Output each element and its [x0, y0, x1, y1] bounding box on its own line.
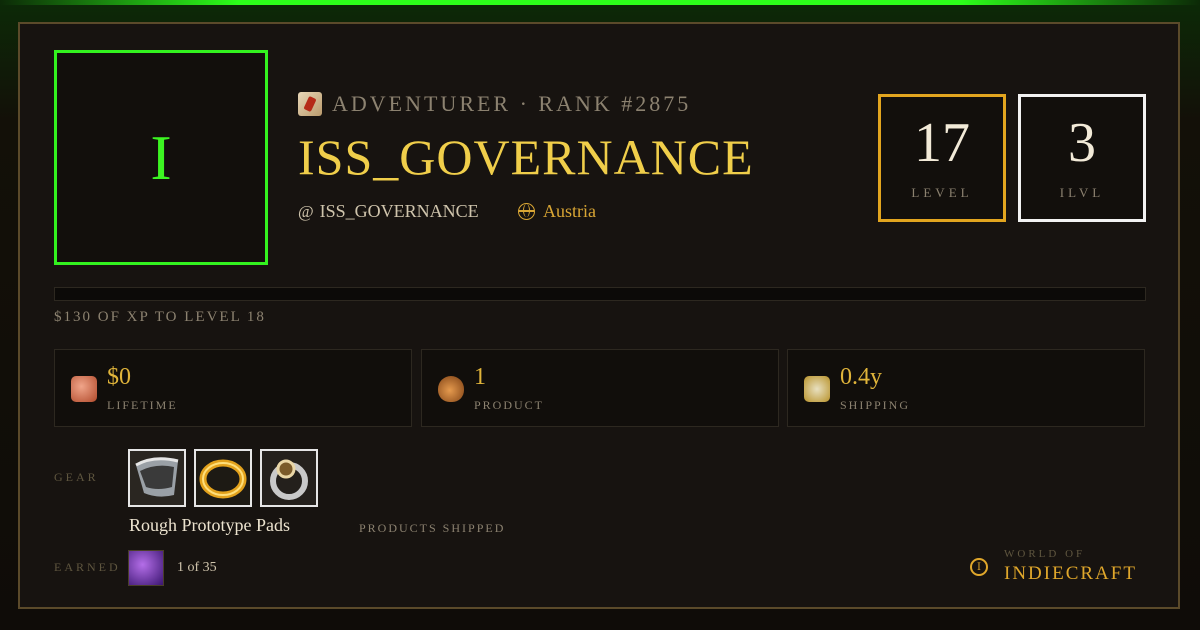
- avatar: I: [54, 50, 268, 265]
- level-box: 17 LEVEL: [878, 94, 1006, 222]
- compass-icon: [804, 376, 830, 402]
- shoulder-pads-icon: [130, 451, 184, 505]
- tile-label: SHIPPING: [840, 398, 911, 412]
- location-text: Austria: [543, 201, 596, 221]
- gear-slot-2[interactable]: [194, 449, 252, 507]
- globe-icon: [518, 203, 535, 220]
- tile-value: 0.4y: [840, 364, 882, 390]
- player-name: ISS_GOVERNANCE: [298, 129, 754, 185]
- purple-gem-icon[interactable]: [128, 550, 164, 586]
- tile-value: $0: [107, 364, 131, 390]
- scroll-icon: [298, 92, 322, 116]
- level-value: 17: [914, 112, 970, 174]
- tile-product: 1 PRODUCT: [421, 349, 779, 427]
- gear-label: GEAR: [54, 470, 99, 484]
- rank-line: ADVENTURER · RANK #2875: [298, 88, 691, 120]
- silver-ring-icon: [262, 451, 316, 505]
- avatar-letter: I: [150, 121, 172, 193]
- brand-mark-icon: I: [970, 558, 988, 576]
- level-label: LEVEL: [911, 185, 973, 200]
- brand-main: INDIECRAFT: [1004, 563, 1137, 584]
- ilvl-box: 3 ILVL: [1018, 94, 1146, 222]
- gold-ring-icon: [196, 451, 250, 505]
- handle-text: ISS_GOVERNANCE: [319, 201, 479, 221]
- xp-text: $130 OF XP TO LEVEL 18: [54, 309, 266, 325]
- earned-label: EARNED: [54, 560, 121, 574]
- ilvl-value: 3: [1068, 112, 1096, 174]
- location: Austria: [518, 201, 596, 222]
- gear-slot-1[interactable]: [128, 449, 186, 507]
- gear-slot-3[interactable]: [260, 449, 318, 507]
- ilvl-label: ILVL: [1059, 185, 1105, 200]
- tile-label: PRODUCT: [474, 398, 545, 412]
- coin-scroll-icon: [71, 376, 97, 402]
- tile-shipping: 0.4y SHIPPING: [787, 349, 1145, 427]
- at-icon: @: [298, 201, 314, 221]
- tile-value: 1: [474, 364, 486, 390]
- xp-progress-bar: [54, 287, 1146, 301]
- gear-item-sub: PRODUCTS SHIPPED: [359, 521, 506, 535]
- rank-text: ADVENTURER · RANK #2875: [332, 91, 692, 116]
- tile-label: LIFETIME: [107, 398, 178, 412]
- handle[interactable]: @ ISS_GOVERNANCE: [298, 201, 479, 222]
- brand-logo: I WORLD OF INDIECRAFT: [970, 548, 1150, 588]
- gear-item-name: Rough Prototype Pads: [129, 515, 291, 535]
- brand-top: WORLD OF: [1004, 548, 1086, 560]
- tile-lifetime: $0 LIFETIME: [54, 349, 412, 427]
- top-glow-bar: [0, 0, 1200, 5]
- pouch-icon: [438, 376, 464, 402]
- earned-count: 1 of 35: [177, 560, 217, 575]
